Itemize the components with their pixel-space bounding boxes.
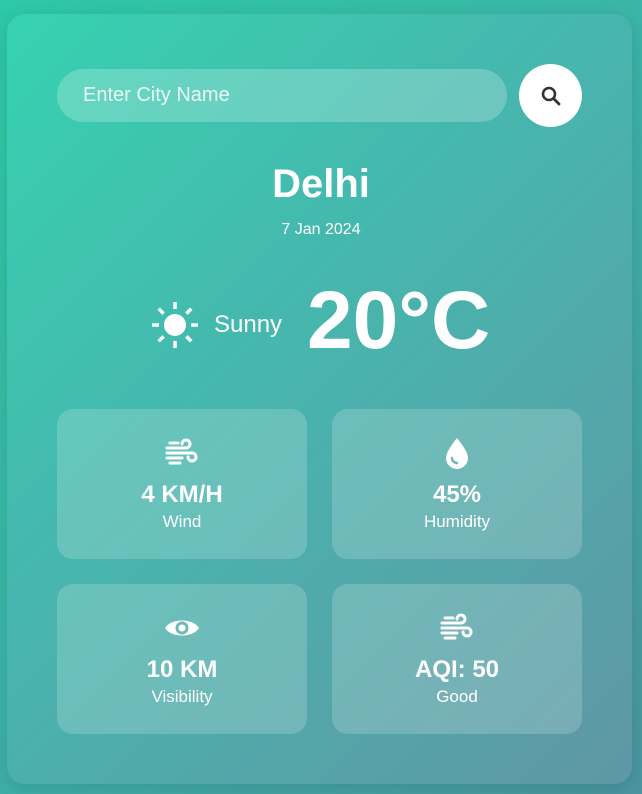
aqi-value: AQI: 50	[414, 656, 500, 683]
stat-tile-wind: 4 KM/H Wind	[57, 409, 307, 559]
current-date: 7 Jan 2024	[281, 221, 361, 238]
city-name: Delhi	[272, 162, 370, 206]
sun-icon	[150, 300, 200, 350]
search-button[interactable]	[519, 64, 582, 127]
weather-condition: Sunny	[150, 300, 282, 350]
search-bar	[57, 68, 507, 123]
search-icon	[540, 85, 562, 107]
condition-label: Sunny	[214, 311, 283, 338]
wind-icon	[437, 610, 477, 646]
stat-tile-humidity: 45% Humidity	[332, 409, 582, 559]
visibility-value: 10 KM	[146, 656, 218, 683]
stat-tile-visibility: 10 KM Visibility	[57, 584, 307, 734]
wind-icon	[162, 435, 202, 471]
wind-label: Wind	[162, 512, 202, 531]
humidity-label: Humidity	[423, 512, 491, 531]
visibility-label: Visibility	[151, 687, 213, 706]
aqi-label: Good	[436, 687, 478, 706]
eye-icon	[162, 610, 202, 646]
wind-value: 4 KM/H	[141, 481, 223, 508]
stat-tile-aqi: AQI: 50 Good	[332, 584, 582, 734]
humidity-value: 45%	[432, 481, 482, 508]
city-search-input[interactable]	[81, 68, 507, 123]
droplet-icon	[437, 435, 477, 471]
temperature: 20°C	[307, 275, 491, 366]
